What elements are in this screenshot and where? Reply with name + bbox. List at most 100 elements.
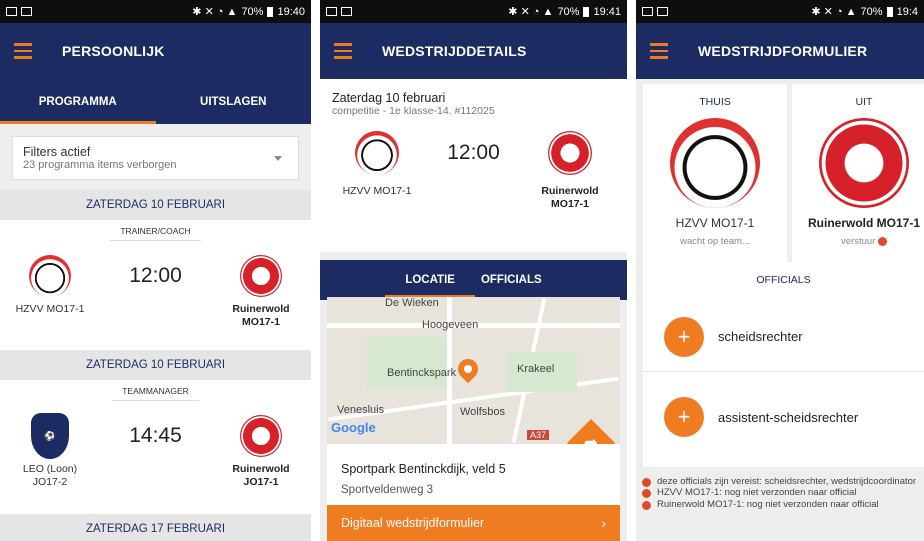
page-title: WEDSTRIJDFORMULIER bbox=[698, 43, 868, 59]
venue-address: Sportveldenweg 3 bbox=[341, 484, 434, 496]
tab-officials[interactable]: OFFICIALS bbox=[481, 262, 542, 298]
match-time: 14:45 bbox=[129, 424, 182, 447]
tab-programma[interactable]: PROGRAMMA bbox=[0, 79, 156, 124]
screen-wedstrijdformulier: ✱ ✕ ◔ ▲ 70% 19:4 WEDSTRIJDFORMULIER THUI… bbox=[636, 0, 924, 541]
date-header: ZATERDAG 17 FEBRUARI bbox=[0, 514, 311, 541]
map-label: Hoogeveen bbox=[422, 319, 479, 331]
filters-title: Filters actief bbox=[23, 145, 91, 159]
match-meta: competitie - 1e klasse-14. #112025 bbox=[332, 105, 495, 117]
battery-icon bbox=[267, 6, 274, 17]
tab-uitslagen[interactable]: UITSLAGEN bbox=[156, 79, 312, 124]
add-icon[interactable]: + bbox=[664, 316, 704, 357]
tab-locatie[interactable]: LOCATIE bbox=[385, 262, 475, 298]
match-date: Zaterdag 10 februari bbox=[332, 91, 446, 105]
home-team: LEO (Loon) JO17-2 bbox=[22, 463, 78, 488]
ruinerwold-crest-icon bbox=[819, 118, 909, 208]
home-team-card[interactable]: THUIS HZVV MO17-1 wacht op team... bbox=[643, 84, 787, 278]
hzvv-crest-icon bbox=[355, 131, 399, 175]
filters-dropdown[interactable]: Filters actief 23 programma items verbor… bbox=[12, 136, 299, 180]
tab-bar: PROGRAMMA UITSLAGEN bbox=[0, 79, 311, 124]
signal-icon: ✱ ✕ ◔ ▲ bbox=[811, 6, 857, 18]
screen-wedstrijddetails: ✱ ✕ ◔ ▲ 70% 19:41 WEDSTRIJDDETAILS Zater… bbox=[320, 0, 627, 541]
notification-icon bbox=[341, 7, 352, 16]
menu-icon[interactable] bbox=[650, 43, 668, 59]
location-map[interactable]: De Wieken Hoogeveen Bentinckspark Krakee… bbox=[327, 297, 620, 444]
battery-icon bbox=[583, 6, 590, 17]
match-time: 12:00 bbox=[129, 264, 182, 287]
signal-icon: ✱ ✕ ◔ ▲ bbox=[192, 6, 238, 18]
leo-crest-icon: ⚽ bbox=[31, 413, 69, 459]
screen-persoonlijk: ✱ ✕ ◔ ▲ 70% 19:40 PERSOONLIJK PROGRAMMA … bbox=[0, 0, 311, 541]
page-title: WEDSTRIJDDETAILS bbox=[382, 43, 527, 59]
battery-level: 70% bbox=[860, 5, 883, 18]
screenshot-icon bbox=[6, 7, 17, 16]
ruinerwold-crest-icon bbox=[548, 131, 592, 175]
menu-icon[interactable] bbox=[334, 43, 352, 59]
home-team: HZVV MO17-1 bbox=[15, 303, 85, 315]
official-row-scheidsrechter[interactable]: + scheidsrechter bbox=[643, 302, 924, 372]
away-team: Ruinerwold MO17-1 bbox=[807, 216, 920, 230]
away-label: UIT bbox=[855, 96, 873, 108]
add-icon[interactable]: + bbox=[664, 397, 704, 437]
clock: 19:40 bbox=[277, 5, 305, 18]
digital-form-button[interactable]: Digitaal wedstrijdformulier › bbox=[327, 505, 620, 541]
chevron-down-icon bbox=[274, 156, 282, 161]
status-bar: ✱ ✕ ◔ ▲ 70% 19:4 bbox=[636, 0, 924, 23]
date-header: ZATERDAG 10 FEBRUARI bbox=[0, 190, 311, 220]
screenshot-icon bbox=[642, 7, 653, 16]
chevron-right-icon: › bbox=[601, 515, 606, 531]
away-team: Ruinerwold MO17-1 bbox=[232, 303, 290, 328]
role-label: TRAINER/COACH bbox=[110, 226, 201, 241]
map-label: Bentinckspark bbox=[387, 367, 457, 379]
alert-icon bbox=[877, 236, 887, 246]
alert-icon bbox=[642, 489, 651, 499]
ruinerwold-crest-icon bbox=[240, 415, 282, 457]
match-time: 12:00 bbox=[447, 141, 500, 164]
app-bar: WEDSTRIJDDETAILS bbox=[320, 23, 627, 79]
notification-icon bbox=[21, 7, 32, 16]
menu-icon[interactable] bbox=[14, 43, 32, 59]
away-status: verstuur bbox=[841, 236, 876, 247]
match-card[interactable]: TEAMMANAGER ⚽ 14:45 LEO (Loon) JO17-2 Ru… bbox=[0, 380, 311, 514]
match-card[interactable]: TRAINER/COACH 12:00 HZVV MO17-1 Ruinerwo… bbox=[0, 220, 311, 350]
away-team: Ruinerwold JO17-1 bbox=[232, 463, 290, 488]
filters-subtitle: 23 programma items verborgen bbox=[23, 159, 177, 171]
clock: 19:41 bbox=[593, 5, 621, 18]
officials-header: OFFICIALS bbox=[756, 274, 811, 286]
official-label: assistent-scheidsrechter bbox=[718, 409, 859, 425]
battery-level: 70% bbox=[241, 5, 264, 18]
app-bar: PERSOONLIJK bbox=[0, 23, 311, 79]
note-item: deze officials zijn vereist: scheidsrech… bbox=[642, 476, 924, 487]
digital-form-label: Digitaal wedstrijdformulier bbox=[341, 516, 485, 530]
official-label: scheidsrechter bbox=[718, 329, 803, 344]
officials-card: OFFICIALS + scheidsrechter + assistent-s… bbox=[643, 262, 924, 467]
battery-level: 70% bbox=[557, 5, 580, 18]
venue-name: Sportpark Bentinckdijk, veld 5 bbox=[341, 462, 506, 476]
ruinerwold-crest-icon bbox=[240, 255, 282, 297]
signal-icon: ✱ ✕ ◔ ▲ bbox=[508, 6, 554, 18]
away-team-card[interactable]: UIT Ruinerwold MO17-1 verstuur bbox=[792, 84, 924, 278]
detail-tabs: LOCATIE OFFICIALS bbox=[320, 260, 627, 300]
location-pin-icon bbox=[453, 354, 483, 384]
map-label: De Wieken bbox=[385, 297, 439, 309]
alert-icon bbox=[642, 500, 651, 510]
hzvv-crest-icon bbox=[670, 118, 760, 208]
away-team: Ruinerwold MO17-1 bbox=[541, 185, 599, 210]
app-bar: WEDSTRIJDFORMULIER bbox=[636, 23, 924, 79]
home-team: HZVV MO17-1 bbox=[342, 185, 412, 197]
home-team: HZVV MO17-1 bbox=[675, 216, 755, 230]
status-bar: ✱ ✕ ◔ ▲ 70% 19:40 bbox=[0, 0, 311, 23]
road-label: A37 bbox=[527, 430, 550, 440]
notification-icon bbox=[657, 7, 668, 16]
map-label: Venesluis bbox=[337, 404, 385, 416]
clock: 19:4 bbox=[896, 5, 918, 18]
date-header: ZATERDAG 10 FEBRUARI bbox=[0, 350, 311, 380]
home-label: THUIS bbox=[699, 96, 731, 108]
role-label: TEAMMANAGER bbox=[112, 386, 199, 401]
note-item: HZVV MO17-1: nog niet verzonden naar off… bbox=[642, 487, 924, 499]
home-status: wacht op team... bbox=[680, 236, 750, 247]
venue-card: Sportpark Bentinckdijk, veld 5 Sportveld… bbox=[327, 444, 620, 508]
google-logo: Google bbox=[331, 420, 376, 435]
official-row-assistent[interactable]: + assistent-scheidsrechter bbox=[643, 382, 924, 452]
map-label: Wolfsbos bbox=[460, 406, 506, 418]
